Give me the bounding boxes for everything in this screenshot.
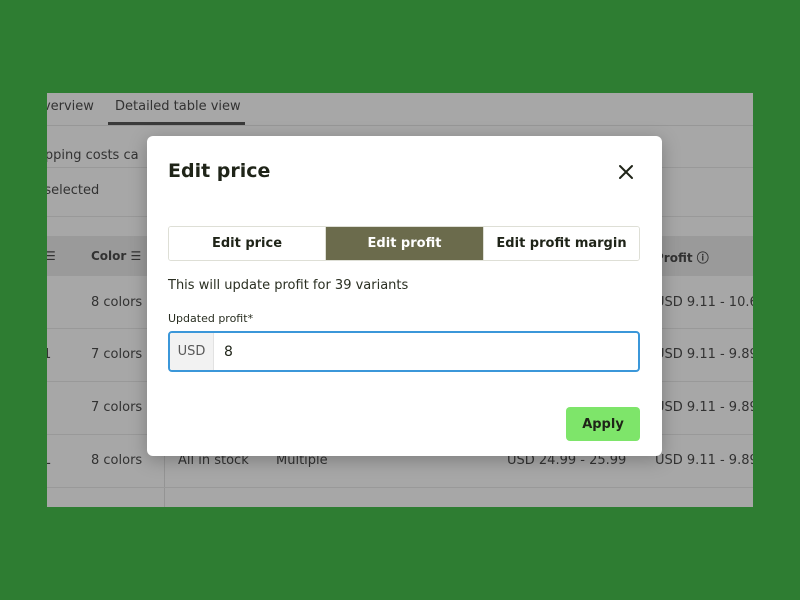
helper-text: This will update profit for 39 variants bbox=[168, 278, 409, 293]
segment-edit-profit-margin[interactable]: Edit profit margin bbox=[484, 227, 639, 260]
currency-prefix: USD bbox=[170, 333, 214, 370]
dialog-title: Edit price bbox=[168, 160, 271, 182]
segment-edit-profit[interactable]: Edit profit bbox=[326, 227, 484, 260]
edit-price-dialog: Edit price Edit price Edit profit Edit p… bbox=[147, 136, 662, 456]
updated-profit-input[interactable] bbox=[214, 333, 638, 370]
close-icon bbox=[619, 165, 633, 179]
apply-button[interactable]: Apply bbox=[566, 407, 640, 441]
field-label-text: Updated profit bbox=[168, 312, 248, 325]
required-marker: * bbox=[247, 312, 254, 325]
segment-edit-price[interactable]: Edit price bbox=[169, 227, 326, 260]
updated-profit-label: Updated profit* bbox=[168, 312, 253, 325]
close-button[interactable] bbox=[614, 160, 638, 184]
edit-mode-segmented-control: Edit price Edit profit Edit profit margi… bbox=[168, 226, 640, 261]
updated-profit-field: USD bbox=[168, 331, 640, 372]
